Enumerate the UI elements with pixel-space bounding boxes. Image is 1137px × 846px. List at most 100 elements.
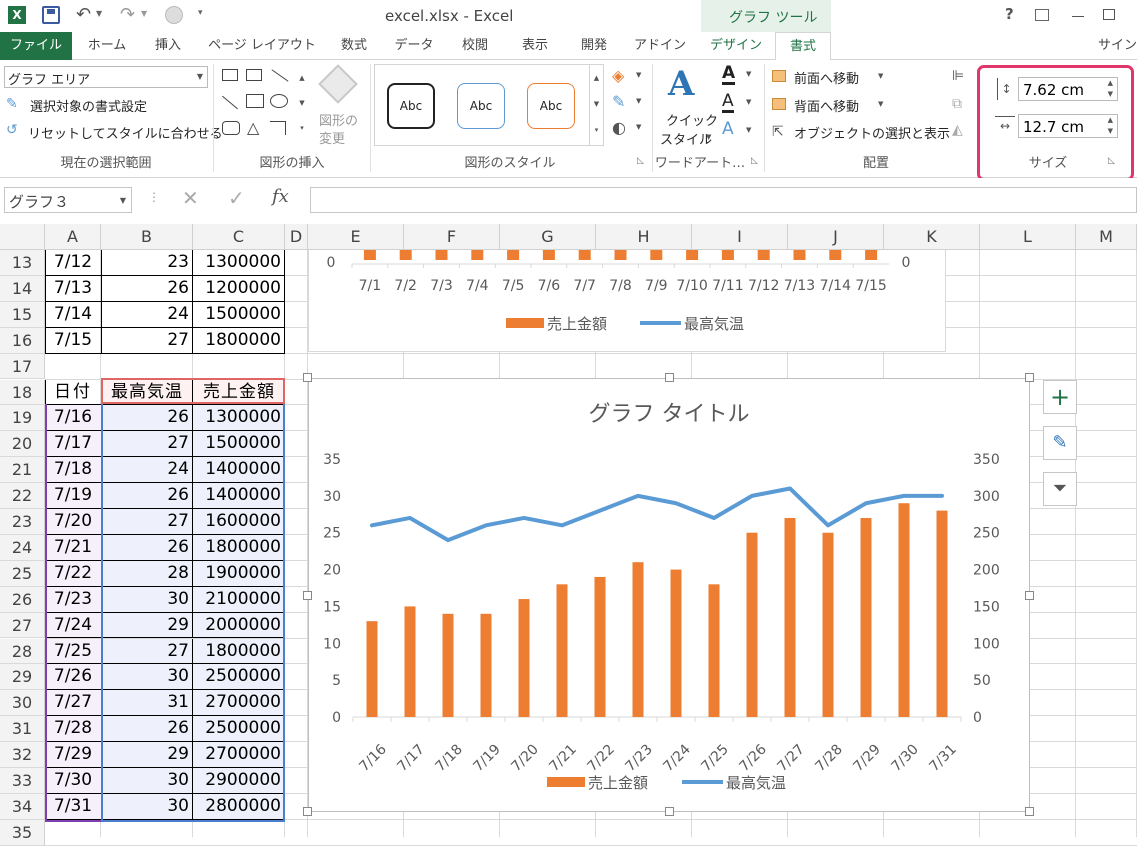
undo-dropdown-icon[interactable]: ▼ xyxy=(96,9,102,18)
circle-icon[interactable] xyxy=(165,6,183,24)
shape-width-input[interactable]: 12.7 cm ▲▼ xyxy=(1018,114,1118,138)
cell-c[interactable]: 1200000 xyxy=(193,277,281,301)
name-box[interactable]: グラフ３ ▼ xyxy=(4,187,132,213)
main-chart[interactable]: グラフ タイトル05101520253035050100150200250300… xyxy=(308,378,1030,812)
height-spinner-icon[interactable]: ▲▼ xyxy=(1108,78,1113,100)
shape-fill-dropdown-icon[interactable]: ▼ xyxy=(636,71,641,79)
row-header[interactable]: 23 xyxy=(0,509,45,535)
shape-styles-gallery[interactable]: Abc Abc Abc ▲▼▾ xyxy=(374,64,604,146)
change-shape-button[interactable]: 図形の 変更 xyxy=(316,64,362,148)
redo-icon[interactable]: ↷ xyxy=(120,4,135,25)
row-header[interactable]: 35 xyxy=(0,820,45,846)
shape-style-orange[interactable]: Abc xyxy=(527,83,575,129)
shape-effects-dropdown-icon[interactable]: ▼ xyxy=(636,123,641,131)
shape-outline-dropdown-icon[interactable]: ▼ xyxy=(636,97,641,105)
chart-element-dropdown[interactable]: グラフ エリア ▼ xyxy=(4,66,208,88)
triangle-shape-icon[interactable]: △ xyxy=(247,120,259,136)
tab-view[interactable]: 表示 xyxy=(508,32,562,60)
row-header[interactable]: 22 xyxy=(0,483,45,509)
select-all-corner[interactable] xyxy=(0,224,45,250)
column-header[interactable]: M xyxy=(1076,224,1137,250)
formula-input[interactable] xyxy=(310,187,1137,213)
cell-b[interactable]: 27 xyxy=(101,329,189,353)
tab-page-layout[interactable]: ページ レイアウト xyxy=(200,32,324,60)
column-header[interactable]: C xyxy=(193,224,285,250)
text-effects-dropdown-icon[interactable]: ▼ xyxy=(746,126,751,134)
row-header[interactable]: 33 xyxy=(0,768,45,794)
undo-icon[interactable]: ↶ xyxy=(76,4,91,25)
row-header[interactable]: 25 xyxy=(0,561,45,587)
shape-effects-icon[interactable]: ◐ xyxy=(612,118,626,137)
text-effects-icon[interactable]: A xyxy=(722,120,734,138)
row-header[interactable]: 17 xyxy=(0,354,45,380)
row-header[interactable]: 32 xyxy=(0,742,45,768)
text-outline-dropdown-icon[interactable]: ▼ xyxy=(746,98,751,106)
shape-style-dark[interactable]: Abc xyxy=(387,83,435,129)
chart-styles-button[interactable]: ✎ xyxy=(1043,426,1077,460)
rounded-rect-shape-icon[interactable] xyxy=(222,121,240,135)
row-header[interactable]: 29 xyxy=(0,664,45,690)
row-header[interactable]: 21 xyxy=(0,457,45,483)
cell-c[interactable]: 1300000 xyxy=(193,251,281,275)
help-icon[interactable]: ? xyxy=(1005,5,1014,23)
vertical-textbox-shape-icon[interactable] xyxy=(246,69,262,81)
elbow-connector-shape-icon[interactable] xyxy=(270,121,286,135)
insert-function-icon[interactable]: fx xyxy=(272,186,289,207)
row-header[interactable]: 19 xyxy=(0,405,45,431)
redo-dropdown-icon[interactable]: ▼ xyxy=(141,9,147,18)
tab-data[interactable]: データ xyxy=(386,32,442,60)
column-header[interactable]: D xyxy=(285,224,308,250)
column-header[interactable]: K xyxy=(884,224,980,250)
row-header[interactable]: 31 xyxy=(0,716,45,742)
column-header[interactable]: B xyxy=(101,224,193,250)
text-fill-icon[interactable]: A xyxy=(722,64,735,85)
resize-handle[interactable] xyxy=(303,591,312,600)
shape-style-blue[interactable]: Abc xyxy=(457,83,505,129)
group-objects-icon[interactable]: ⧉ xyxy=(952,96,962,112)
cell-b[interactable]: 24 xyxy=(101,303,189,327)
maximize-icon[interactable] xyxy=(1103,9,1115,20)
column-header[interactable]: L xyxy=(980,224,1076,250)
resize-handle[interactable] xyxy=(303,807,312,816)
row-header[interactable]: 18 xyxy=(0,380,45,406)
textbox-shape-icon[interactable] xyxy=(222,69,238,81)
column-header[interactable]: I xyxy=(692,224,788,250)
cancel-icon[interactable]: ✕ xyxy=(182,186,199,210)
resize-handle[interactable] xyxy=(665,807,674,816)
resize-handle[interactable] xyxy=(1025,591,1034,600)
signin-link[interactable]: サイン xyxy=(1098,32,1137,60)
rotate-icon[interactable]: ◭ xyxy=(952,122,963,138)
cell-a[interactable]: 7/13 xyxy=(45,277,101,301)
shape-fill-icon[interactable]: ◈ xyxy=(612,66,624,85)
row-header[interactable]: 26 xyxy=(0,587,45,613)
minimize-icon[interactable] xyxy=(1072,16,1084,17)
cell-c[interactable]: 1500000 xyxy=(193,303,281,327)
row-header[interactable]: 13 xyxy=(0,250,45,276)
row-header[interactable]: 16 xyxy=(0,328,45,354)
resize-handle[interactable] xyxy=(1025,373,1034,382)
cell-a[interactable]: 7/15 xyxy=(45,329,101,353)
gallery-scroll-icon[interactable]: ▲▼▾ xyxy=(589,65,603,145)
shape-height-input[interactable]: 7.62 cm ▲▼ xyxy=(1018,77,1118,101)
resize-handle[interactable] xyxy=(303,373,312,382)
tab-file[interactable]: ファイル xyxy=(0,32,72,60)
upper-chart[interactable]: 7/17/27/37/47/57/67/77/87/97/107/117/127… xyxy=(308,250,946,352)
column-header[interactable]: H xyxy=(596,224,692,250)
shapes-gallery[interactable]: △ xyxy=(220,66,296,142)
row-header[interactable]: 34 xyxy=(0,794,45,820)
tab-insert[interactable]: 挿入 xyxy=(142,32,194,60)
customize-qat-icon[interactable]: ▾ xyxy=(198,8,203,18)
cell-c[interactable]: 1800000 xyxy=(193,329,281,353)
column-header[interactable]: F xyxy=(404,224,500,250)
cell-a[interactable]: 7/14 xyxy=(45,303,101,327)
rectangle-shape-icon[interactable] xyxy=(246,94,264,108)
column-header[interactable]: E xyxy=(308,224,404,250)
row-header[interactable]: 28 xyxy=(0,639,45,665)
row-header[interactable]: 20 xyxy=(0,431,45,457)
column-header[interactable]: G xyxy=(500,224,596,250)
diagonal-line-shape-icon[interactable] xyxy=(222,96,238,110)
tab-developer[interactable]: 開発 xyxy=(566,32,622,60)
align-icon[interactable]: ⊫ xyxy=(952,68,964,84)
resize-handle[interactable] xyxy=(665,373,674,382)
chart-filters-button[interactable]: ⏷ xyxy=(1043,472,1077,506)
